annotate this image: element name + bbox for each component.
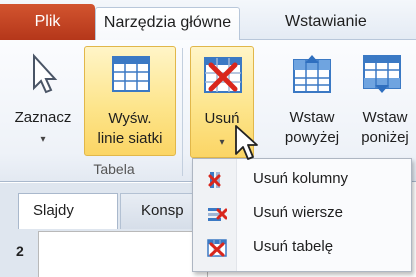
slide-number: 2 xyxy=(16,243,24,259)
menu-item-delete-rows[interactable]: Usuń wiersze xyxy=(195,197,409,231)
view-gridlines-button[interactable]: Wyśw. linie siatki xyxy=(84,46,176,156)
insert-above-label-line1: Wstaw xyxy=(289,109,335,126)
gridlines-label-line1: Wyśw. xyxy=(108,110,152,127)
cursor-arrow-icon xyxy=(33,53,58,94)
delete-table-icon xyxy=(207,239,227,257)
insert-above-label-line2: powyżej xyxy=(284,129,340,146)
chevron-down-icon: ▾ xyxy=(40,134,46,145)
menu-item-label: Usuń wiersze xyxy=(253,204,344,221)
select-button[interactable]: Zaznacz ▾ xyxy=(6,46,80,154)
mouse-pointer-icon xyxy=(235,125,258,160)
insert-below-label-line2: poniżej xyxy=(361,129,409,146)
tab-outline[interactable]: Konsp xyxy=(120,193,200,229)
insert-above-button[interactable]: Wstaw powyżej xyxy=(276,46,348,154)
tab-slides[interactable]: Slajdy xyxy=(18,193,118,229)
tab-file[interactable]: Plik xyxy=(0,4,95,40)
gridlines-label-line2: linie siatki xyxy=(97,130,163,147)
slides-pane: Konsp Slajdy 2 xyxy=(0,183,208,277)
slide-thumbnail[interactable] xyxy=(38,231,208,277)
insert-below-label-line1: Wstaw xyxy=(362,109,408,126)
tab-insert[interactable]: Wstawianie xyxy=(285,7,367,40)
select-label: Zaznacz xyxy=(14,109,72,126)
group-label-table: Tabela xyxy=(93,161,135,177)
menu-item-label: Usuń tabelę xyxy=(253,238,334,255)
delete-rows-icon xyxy=(208,208,227,221)
delete-dropdown-menu: Usuń kolumny Usuń wiersze Usuń tabelę xyxy=(192,158,412,272)
tab-home[interactable]: Narzędzia główne xyxy=(95,7,240,40)
menu-item-delete-columns[interactable]: Usuń kolumny xyxy=(195,163,409,197)
delete-table-icon xyxy=(204,57,242,93)
insert-below-button[interactable]: Wstaw poniżej xyxy=(350,46,416,154)
table-grid-icon xyxy=(112,56,150,92)
insert-below-icon xyxy=(363,55,401,93)
delete-columns-icon xyxy=(208,172,221,188)
insert-above-icon xyxy=(293,55,331,93)
menu-item-label: Usuń kolumny xyxy=(253,170,349,187)
menu-item-delete-table[interactable]: Usuń tabelę xyxy=(195,231,409,265)
group-separator xyxy=(182,48,183,176)
ribbon-tab-strip: Plik Narzędzia główne Wstawianie xyxy=(0,0,416,40)
